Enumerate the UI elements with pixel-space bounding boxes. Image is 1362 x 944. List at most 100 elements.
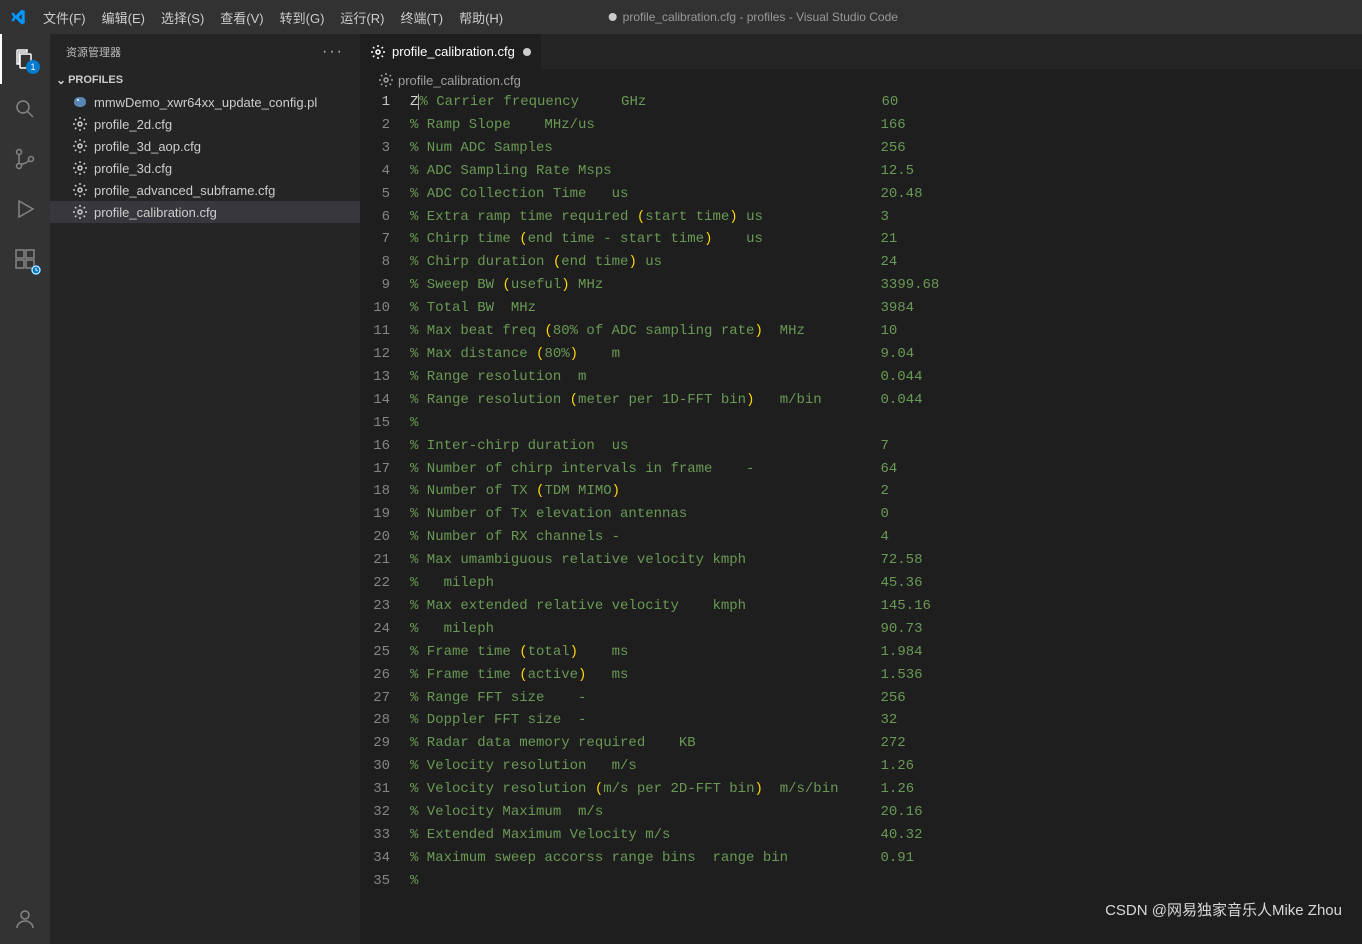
sidebar-more-icon[interactable]: ··· <box>322 43 344 61</box>
editor-content[interactable]: 1Z% Carrier frequency GHz 602% Ramp Slop… <box>360 91 1362 944</box>
menu-item-0[interactable]: 文件(F) <box>35 0 94 34</box>
line-number: 15 <box>360 412 410 435</box>
sidebar-section-profiles[interactable]: ⌄ PROFILES <box>50 69 360 91</box>
file-item-profile-3d-cfg[interactable]: profile_3d.cfg <box>50 157 360 179</box>
line-content: % Sweep BW (useful) MHz 3399.68 <box>410 274 1362 297</box>
line-content: % Max extended relative velocity kmph 14… <box>410 595 1362 618</box>
vscode-logo-icon <box>0 8 35 26</box>
line-content: % <box>410 870 1362 893</box>
editor-area: profile_calibration.cfg profile_calibrat… <box>360 34 1362 944</box>
perl-icon <box>72 94 88 110</box>
explorer-badge: 1 <box>26 60 40 74</box>
menu-item-6[interactable]: 终端(T) <box>392 0 451 34</box>
activity-debug[interactable] <box>0 184 50 234</box>
line-content: Z% Carrier frequency GHz 60 <box>410 91 1362 114</box>
code-line: 35% <box>360 870 1362 893</box>
line-number: 34 <box>360 847 410 870</box>
line-number: 2 <box>360 114 410 137</box>
line-content: % Velocity resolution (m/s per 2D-FFT bi… <box>410 778 1362 801</box>
code-line: 9% Sweep BW (useful) MHz 3399.68 <box>360 274 1362 297</box>
activity-scm[interactable] <box>0 134 50 184</box>
code-line: 21% Max umambiguous relative velocity km… <box>360 549 1362 572</box>
menu-item-1[interactable]: 编辑(E) <box>94 0 153 34</box>
menu-item-2[interactable]: 选择(S) <box>153 0 212 34</box>
line-content: % mileph 45.36 <box>410 572 1362 595</box>
activity-explorer[interactable]: 1 <box>0 34 50 84</box>
line-content: % Total BW MHz 3984 <box>410 297 1362 320</box>
tab-profile-calibration[interactable]: profile_calibration.cfg <box>360 34 542 69</box>
line-number: 31 <box>360 778 410 801</box>
line-content: % Chirp duration (end time) us 24 <box>410 251 1362 274</box>
extensions-clock-badge-icon <box>31 265 41 275</box>
code-line: 26% Frame time (active) ms 1.536 <box>360 664 1362 687</box>
line-number: 14 <box>360 389 410 412</box>
line-number: 12 <box>360 343 410 366</box>
menu-item-4[interactable]: 转到(G) <box>272 0 333 34</box>
code-line: 30% Velocity resolution m/s 1.26 <box>360 755 1362 778</box>
line-number: 6 <box>360 206 410 229</box>
file-item-profile-calibration-cfg[interactable]: profile_calibration.cfg <box>50 201 360 223</box>
line-content: % Number of TX (TDM MIMO) 2 <box>410 480 1362 503</box>
file-label: profile_2d.cfg <box>94 117 172 132</box>
file-label: profile_3d_aop.cfg <box>94 139 201 154</box>
file-item-profile-3d-aop-cfg[interactable]: profile_3d_aop.cfg <box>50 135 360 157</box>
code-line: 19% Number of Tx elevation antennas 0 <box>360 503 1362 526</box>
gear-icon <box>378 72 394 88</box>
code-line: 32% Velocity Maximum m/s 20.16 <box>360 801 1362 824</box>
code-line: 5% ADC Collection Time us 20.48 <box>360 183 1362 206</box>
line-number: 32 <box>360 801 410 824</box>
code-line: 34% Maximum sweep accorss range bins ran… <box>360 847 1362 870</box>
chevron-down-icon: ⌄ <box>56 73 66 87</box>
line-number: 24 <box>360 618 410 641</box>
code-line: 16% Inter-chirp duration us 7 <box>360 435 1362 458</box>
code-line: 33% Extended Maximum Velocity m/s 40.32 <box>360 824 1362 847</box>
code-line: 29% Radar data memory required KB 272 <box>360 732 1362 755</box>
gear-icon <box>72 204 88 220</box>
activity-search[interactable] <box>0 84 50 134</box>
line-content: % Radar data memory required KB 272 <box>410 732 1362 755</box>
line-number: 13 <box>360 366 410 389</box>
line-content: % Number of chirp intervals in frame - 6… <box>410 458 1362 481</box>
file-item-profile-2d-cfg[interactable]: profile_2d.cfg <box>50 113 360 135</box>
sidebar-section-label: PROFILES <box>68 74 123 86</box>
line-content: % Num ADC Samples 256 <box>410 137 1362 160</box>
line-content: % Number of Tx elevation antennas 0 <box>410 503 1362 526</box>
line-content: % Max beat freq (80% of ADC sampling rat… <box>410 320 1362 343</box>
code-line: 6% Extra ramp time required (start time)… <box>360 206 1362 229</box>
code-line: 10% Total BW MHz 3984 <box>360 297 1362 320</box>
code-line: 2% Ramp Slope MHz/us 166 <box>360 114 1362 137</box>
file-label: profile_calibration.cfg <box>94 205 217 220</box>
code-line: 20% Number of RX channels - 4 <box>360 526 1362 549</box>
file-item-profile-advanced-subframe-cfg[interactable]: profile_advanced_subframe.cfg <box>50 179 360 201</box>
activity-extensions[interactable] <box>0 234 50 284</box>
line-content: % Ramp Slope MHz/us 166 <box>410 114 1362 137</box>
code-line: 3% Num ADC Samples 256 <box>360 137 1362 160</box>
line-number: 10 <box>360 297 410 320</box>
line-number: 9 <box>360 274 410 297</box>
line-number: 22 <box>360 572 410 595</box>
activity-account[interactable] <box>0 894 50 944</box>
menu-item-5[interactable]: 运行(R) <box>332 0 392 34</box>
line-content: % Velocity Maximum m/s 20.16 <box>410 801 1362 824</box>
line-number: 11 <box>360 320 410 343</box>
code-line: 25% Frame time (total) ms 1.984 <box>360 641 1362 664</box>
line-number: 17 <box>360 458 410 481</box>
file-item-mmwdemo-xwr64xx-update-config-pl[interactable]: mmwDemo_xwr64xx_update_config.pl <box>50 91 360 113</box>
tabs: profile_calibration.cfg <box>360 34 1362 69</box>
breadcrumb[interactable]: profile_calibration.cfg <box>360 69 1362 91</box>
menu-item-7[interactable]: 帮助(H) <box>451 0 511 34</box>
titlebar: 文件(F)编辑(E)选择(S)查看(V)转到(G)运行(R)终端(T)帮助(H)… <box>0 0 1362 34</box>
gear-icon <box>72 160 88 176</box>
menubar: 文件(F)编辑(E)选择(S)查看(V)转到(G)运行(R)终端(T)帮助(H) <box>35 0 511 34</box>
menu-item-3[interactable]: 查看(V) <box>212 0 271 34</box>
line-content: % Number of RX channels - 4 <box>410 526 1362 549</box>
line-number: 29 <box>360 732 410 755</box>
line-number: 5 <box>360 183 410 206</box>
code-line: 15% <box>360 412 1362 435</box>
line-content: % Frame time (active) ms 1.536 <box>410 664 1362 687</box>
sidebar-title: 资源管理器 <box>66 44 121 60</box>
dirty-dot-icon <box>609 13 617 21</box>
gear-icon <box>72 182 88 198</box>
code-line: 4% ADC Sampling Rate Msps 12.5 <box>360 160 1362 183</box>
code-line: 11% Max beat freq (80% of ADC sampling r… <box>360 320 1362 343</box>
